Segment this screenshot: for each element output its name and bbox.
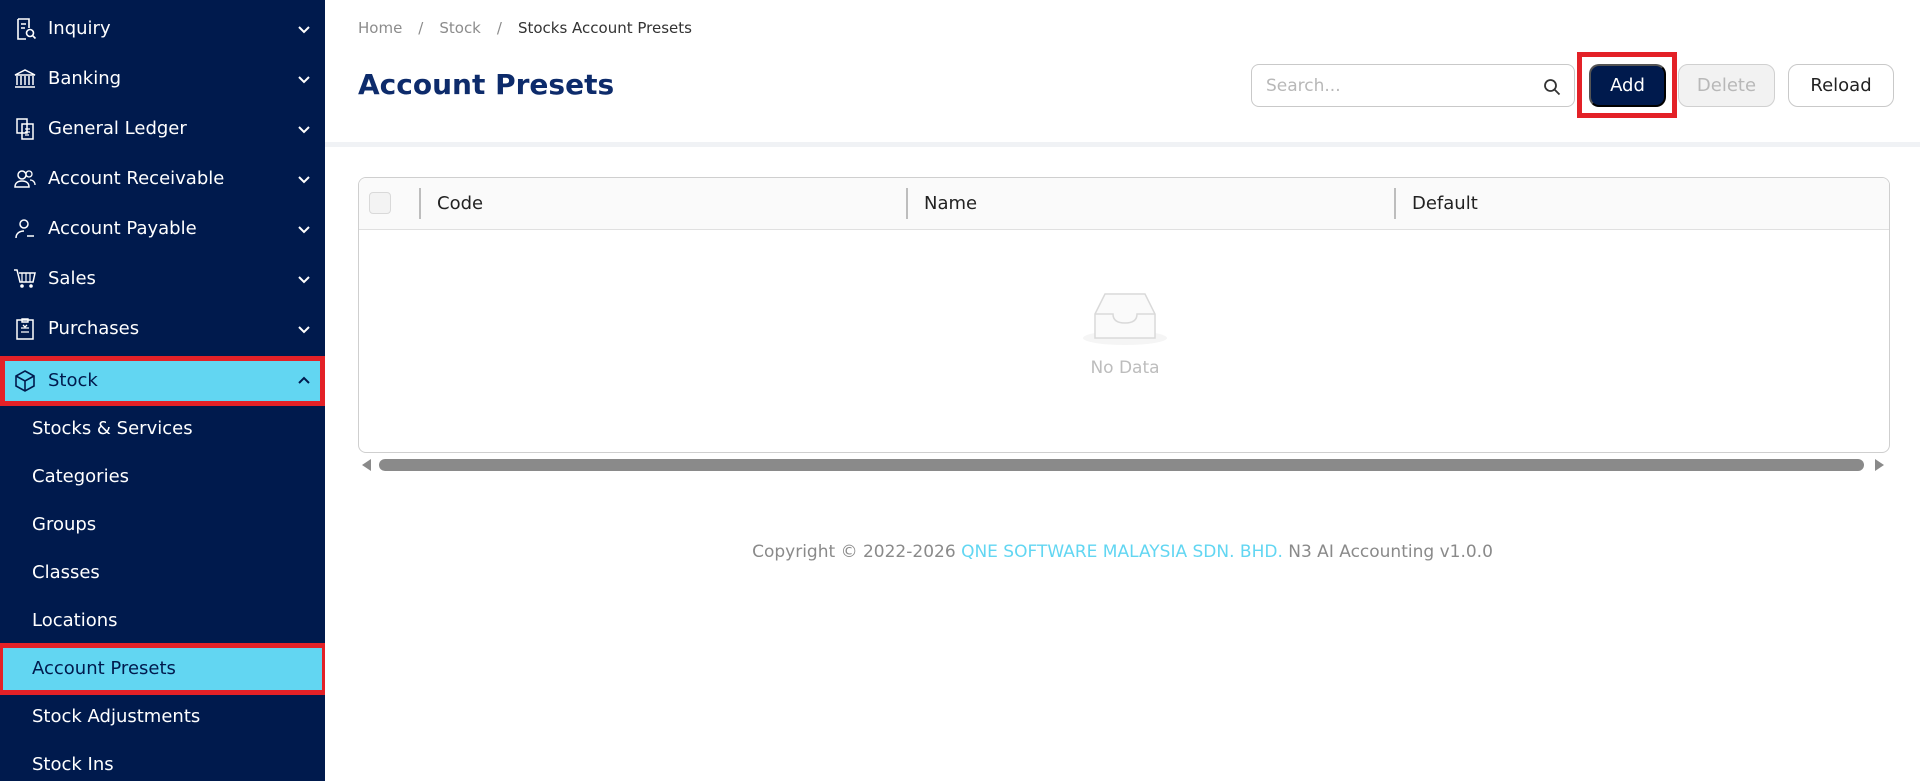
breadcrumb-home[interactable]: Home bbox=[358, 18, 402, 38]
sidebar-subitem-account-presets[interactable]: Account Presets bbox=[0, 643, 325, 695]
footer-copyright-label: Copyright bbox=[752, 542, 836, 562]
bank-icon bbox=[14, 69, 36, 88]
chevron-down-icon bbox=[298, 326, 310, 334]
column-separator[interactable] bbox=[906, 188, 908, 219]
column-header-code[interactable]: Code bbox=[437, 193, 483, 215]
sidebar-subitem-label: Groups bbox=[32, 514, 97, 535]
chevron-down-icon bbox=[298, 226, 310, 234]
sidebar-item-label: Banking bbox=[48, 68, 122, 89]
sidebar-item-inquiry[interactable]: Inquiry bbox=[0, 4, 325, 54]
reload-button[interactable]: Reload bbox=[1788, 64, 1894, 107]
inquiry-icon bbox=[17, 18, 37, 40]
footer-years: 2022-2026 bbox=[862, 542, 956, 562]
horizontal-scrollbar[interactable] bbox=[358, 456, 1890, 474]
sidebar-item-account-receivable[interactable]: Account Receivable bbox=[0, 154, 325, 204]
sidebar-item-sales[interactable]: Sales bbox=[0, 254, 325, 304]
chevron-down-icon bbox=[298, 276, 310, 284]
cart-icon bbox=[14, 269, 36, 288]
sidebar-subitem-categories[interactable]: Categories bbox=[0, 453, 325, 501]
sidebar-item-banking[interactable]: Banking bbox=[0, 54, 325, 104]
sidebar-subitem-label: Locations bbox=[32, 610, 118, 631]
app-root: Inquiry Banking General Ledger Account R… bbox=[0, 0, 1920, 781]
sidebar-subitem-label: Categories bbox=[32, 466, 130, 487]
chevron-down-icon bbox=[298, 26, 310, 34]
breadcrumb-current: Stocks Account Presets bbox=[517, 19, 692, 37]
breadcrumb-separator: / bbox=[496, 19, 502, 37]
chevron-down-icon bbox=[298, 76, 310, 84]
sidebar-item-label: Account Payable bbox=[48, 218, 197, 239]
select-all-checkbox[interactable] bbox=[369, 192, 391, 214]
column-separator[interactable] bbox=[1394, 188, 1396, 219]
table-header: Code Name Default bbox=[359, 178, 1889, 230]
footer: Copyright © 2022-2026 QNE SOFTWARE MALAY… bbox=[325, 542, 1920, 562]
sidebar: Inquiry Banking General Ledger Account R… bbox=[0, 0, 325, 781]
sidebar-item-label: Account Receivable bbox=[48, 168, 225, 189]
sidebar-subitem-label: Stock Ins bbox=[32, 754, 114, 775]
sidebar-item-general-ledger[interactable]: General Ledger bbox=[0, 104, 325, 154]
sidebar-item-purchases[interactable]: Purchases bbox=[0, 304, 325, 354]
sidebar-subitem-label: Classes bbox=[32, 562, 100, 583]
copyright-icon: © bbox=[840, 542, 858, 562]
breadcrumb-separator: / bbox=[418, 19, 424, 37]
sidebar-subitem-label: Stocks & Services bbox=[32, 418, 193, 439]
sidebar-item-label: Stock bbox=[48, 370, 98, 391]
sidebar-subitem-stocks-services[interactable]: Stocks & Services bbox=[0, 405, 325, 453]
clipboard-icon bbox=[16, 318, 34, 340]
sidebar-subitem-stock-adjustments[interactable]: Stock Adjustments bbox=[0, 693, 325, 741]
scroll-left-icon[interactable] bbox=[362, 459, 371, 471]
data-table: Code Name Default No Data bbox=[358, 177, 1890, 453]
sidebar-item-label: Purchases bbox=[48, 318, 140, 339]
add-button[interactable]: Add bbox=[1589, 64, 1666, 107]
user-icon bbox=[15, 219, 34, 239]
empty-state: No Data bbox=[359, 230, 1889, 452]
footer-company-link[interactable]: QNE SOFTWARE MALAYSIA SDN. BHD. bbox=[961, 542, 1283, 562]
footer-product: N3 AI Accounting v1.0.0 bbox=[1288, 542, 1493, 562]
scroll-right-icon[interactable] bbox=[1875, 459, 1884, 471]
sidebar-subitem-stock-ins[interactable]: Stock Ins bbox=[0, 741, 325, 781]
sidebar-item-stock[interactable]: Stock bbox=[0, 356, 325, 406]
delete-button[interactable]: Delete bbox=[1678, 64, 1775, 107]
search-box bbox=[1251, 64, 1575, 107]
breadcrumb-stock[interactable]: Stock bbox=[439, 18, 481, 38]
sidebar-item-account-payable[interactable]: Account Payable bbox=[0, 204, 325, 254]
main-content: Home / Stock / Stocks Account Presets Ac… bbox=[325, 0, 1920, 781]
sidebar-subitem-locations[interactable]: Locations bbox=[0, 597, 325, 645]
chevron-down-icon bbox=[298, 126, 310, 134]
breadcrumb: Home / Stock / Stocks Account Presets bbox=[358, 18, 692, 38]
search-input[interactable] bbox=[1266, 75, 1526, 97]
page-title: Account Presets bbox=[358, 68, 615, 101]
column-separator bbox=[419, 188, 421, 219]
empty-text: No Data bbox=[1090, 358, 1160, 378]
header-divider bbox=[325, 142, 1920, 147]
chevron-down-icon bbox=[298, 176, 310, 184]
box-icon bbox=[15, 370, 35, 392]
sidebar-subitem-classes[interactable]: Classes bbox=[0, 549, 325, 597]
sidebar-item-label: Sales bbox=[48, 268, 96, 289]
sidebar-subitem-label: Account Presets bbox=[32, 658, 176, 679]
ledger-icon bbox=[16, 118, 34, 140]
scrollbar-thumb[interactable] bbox=[379, 459, 1864, 471]
users-icon bbox=[14, 170, 36, 188]
search-icon[interactable] bbox=[1542, 77, 1562, 97]
sidebar-item-label: Inquiry bbox=[48, 18, 111, 39]
column-header-name[interactable]: Name bbox=[924, 193, 977, 215]
empty-inbox-icon bbox=[1083, 293, 1167, 345]
chevron-up-icon bbox=[298, 376, 310, 384]
sidebar-item-label: General Ledger bbox=[48, 118, 187, 139]
sidebar-subitem-groups[interactable]: Groups bbox=[0, 501, 325, 549]
column-header-default[interactable]: Default bbox=[1412, 193, 1478, 215]
sidebar-subitem-label: Stock Adjustments bbox=[32, 706, 201, 727]
